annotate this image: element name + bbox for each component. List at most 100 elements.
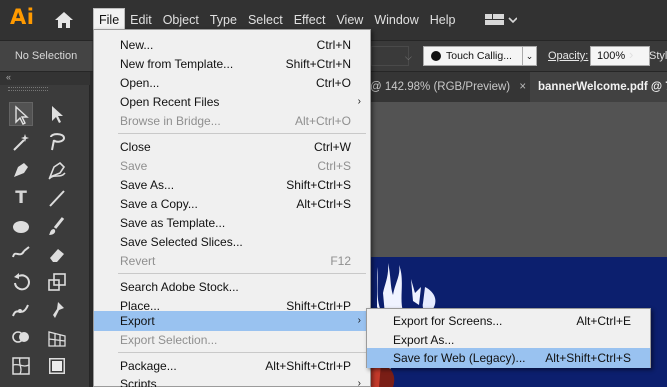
menu-item-label: Package... — [120, 359, 177, 373]
home-icon[interactable] — [54, 10, 74, 30]
gradient-tool-icon[interactable] — [45, 354, 69, 378]
scale-tool-icon[interactable] — [45, 270, 69, 294]
shape-builder-tool-icon[interactable] — [9, 326, 33, 350]
menu-item-new-from-template[interactable]: New from Template... Shift+Ctrl+N — [94, 54, 370, 74]
menu-separator — [118, 352, 366, 353]
document-tabs: @ 142.98% (RGB/Preview) × bannerWelcome.… — [370, 72, 667, 102]
tab-document-2-label: bannerWelcome.pdf @ 7 — [538, 81, 667, 93]
menu-item-save-for-web-legacy[interactable]: Save for Web (Legacy)... Alt+Shift+Ctrl+S — [367, 348, 650, 368]
menu-item-label: Export As... — [393, 333, 455, 347]
tools-panel-header[interactable]: « — [0, 72, 90, 85]
chevron-right-icon[interactable]: › — [629, 47, 633, 62]
menu-item-revert[interactable]: Revert F12 — [94, 251, 370, 271]
menu-item-label: Open... — [120, 76, 160, 90]
opacity-label[interactable]: Opacity: — [548, 50, 588, 62]
menu-item-label: Revert — [120, 254, 156, 268]
eraser-tool-icon[interactable] — [45, 242, 69, 266]
menu-item-shortcut: Ctrl+W — [314, 140, 351, 154]
brush-definition-dropdown[interactable]: Touch Callig... — [423, 46, 523, 66]
menu-item-shortcut: Alt+Shift+Ctrl+P — [265, 359, 351, 373]
menu-item-label: Search Adobe Stock... — [120, 280, 239, 294]
paintbrush-tool-icon[interactable] — [45, 214, 69, 238]
menu-item-shortcut: Ctrl+N — [316, 38, 351, 52]
chevron-right-icon: › — [357, 315, 361, 326]
magic-wand-tool-icon[interactable] — [9, 130, 33, 154]
menu-separator — [118, 133, 366, 134]
menu-window[interactable]: Window — [369, 9, 423, 31]
menu-item-label: Save Selected Slices... — [120, 235, 243, 249]
tools-panel: « T — [0, 72, 90, 387]
menu-help[interactable]: Help — [425, 9, 461, 31]
menu-item-label: Save as Template... — [120, 216, 226, 230]
menu-item-label: Export — [120, 314, 155, 328]
menu-item-save-as-template[interactable]: Save as Template... — [94, 213, 370, 233]
menu-item-scripts[interactable]: Scripts › — [94, 374, 370, 387]
shaper-tool-icon[interactable] — [9, 242, 33, 266]
menu-item-shortcut: F12 — [330, 254, 351, 268]
direct-selection-tool-icon[interactable] — [9, 102, 33, 126]
menu-item-shortcut: Ctrl+O — [315, 76, 351, 90]
style-label[interactable]: Style — [649, 50, 667, 62]
menu-item-save-selected-slices[interactable]: Save Selected Slices... — [94, 232, 370, 252]
workspace-switcher-icon[interactable] — [485, 12, 518, 28]
menu-view[interactable]: View — [331, 9, 368, 31]
selection-status: No Selection — [0, 41, 92, 71]
menu-item-label: Save for Web (Legacy)... — [393, 351, 526, 365]
menu-item-package[interactable]: Package... Alt+Shift+Ctrl+P — [94, 356, 370, 376]
menu-item-label: New... — [120, 38, 154, 52]
close-icon[interactable]: × — [519, 81, 526, 93]
chevron-down-icon[interactable]: ⌄ — [523, 46, 537, 66]
ellipse-tool-icon[interactable] — [9, 214, 33, 238]
selection-tool-icon[interactable] — [45, 102, 69, 126]
type-tool-icon[interactable]: T — [9, 186, 33, 210]
menu-item-label: Open Recent Files — [120, 95, 220, 109]
menu-item-label: Browse in Bridge... — [120, 114, 221, 128]
perspective-grid-tool-icon[interactable] — [45, 326, 69, 350]
collapse-icon[interactable]: « — [6, 72, 11, 82]
menu-item-export[interactable]: Export › — [94, 311, 370, 331]
rotate-tool-icon[interactable] — [9, 270, 33, 294]
menu-item-export-selection[interactable]: Export Selection... — [94, 330, 370, 350]
menu-item-open-recent-files[interactable]: Open Recent Files › — [94, 92, 370, 112]
lasso-tool-icon[interactable] — [45, 130, 69, 154]
menu-object[interactable]: Object — [158, 9, 204, 31]
curvature-tool-icon[interactable] — [45, 158, 69, 182]
menu-item-shortcut: Alt+Ctrl+S — [296, 197, 351, 211]
menu-item-save-a-copy[interactable]: Save a Copy... Alt+Ctrl+S — [94, 194, 370, 214]
export-submenu: Export for Screens... Alt+Ctrl+E Export A… — [366, 308, 651, 368]
menu-item-browse-in-bridge[interactable]: Browse in Bridge... Alt+Ctrl+O — [94, 111, 370, 131]
menu-file[interactable]: File — [92, 8, 126, 32]
opacity-field[interactable]: 100% — [590, 46, 650, 66]
menu-item-save[interactable]: Save Ctrl+S — [94, 156, 370, 176]
menu-item-label: New from Template... — [120, 57, 234, 71]
puppet-warp-tool-icon[interactable] — [45, 298, 69, 322]
menu-item-shortcut: Alt+Shift+Ctrl+S — [545, 351, 631, 365]
menu-item-new[interactable]: New... Ctrl+N — [94, 35, 370, 55]
menu-item-label: Save — [120, 159, 148, 173]
line-segment-tool-icon[interactable] — [45, 186, 69, 210]
menu-edit[interactable]: Edit — [125, 9, 157, 31]
tab-document-2[interactable]: bannerWelcome.pdf @ 7 — [530, 72, 667, 102]
menu-effect[interactable]: Effect — [289, 9, 331, 31]
mesh-tool-icon[interactable] — [9, 354, 33, 378]
chevron-right-icon: › — [357, 378, 361, 387]
menu-item-open[interactable]: Open... Ctrl+O — [94, 73, 370, 93]
menu-select[interactable]: Select — [243, 9, 288, 31]
menu-item-export-for-screens[interactable]: Export for Screens... Alt+Ctrl+E — [367, 311, 650, 331]
menu-item-close[interactable]: Close Ctrl+W — [94, 137, 370, 157]
menu-separator — [118, 273, 366, 274]
chevron-down-icon: ⌵ — [405, 52, 412, 62]
menu-item-export-as[interactable]: Export As... — [367, 330, 650, 350]
brush-dot-icon — [431, 51, 441, 61]
menu-item-search-adobe-stock[interactable]: Search Adobe Stock... — [94, 277, 370, 297]
tools-grip[interactable] — [8, 87, 48, 91]
pen-tool-icon[interactable] — [9, 158, 33, 182]
menu-type[interactable]: Type — [205, 9, 242, 31]
menu-item-shortcut: Alt+Ctrl+O — [294, 114, 351, 128]
variable-width-dropdown[interactable]: ⌵ — [371, 46, 412, 66]
brush-name: Touch Callig... — [446, 50, 512, 62]
menu-item-label: Save a Copy... — [120, 197, 198, 211]
tab-document-1[interactable]: @ 142.98% (RGB/Preview) × — [370, 72, 530, 102]
width-tool-icon[interactable] — [9, 298, 33, 322]
menu-item-save-as[interactable]: Save As... Shift+Ctrl+S — [94, 175, 370, 195]
